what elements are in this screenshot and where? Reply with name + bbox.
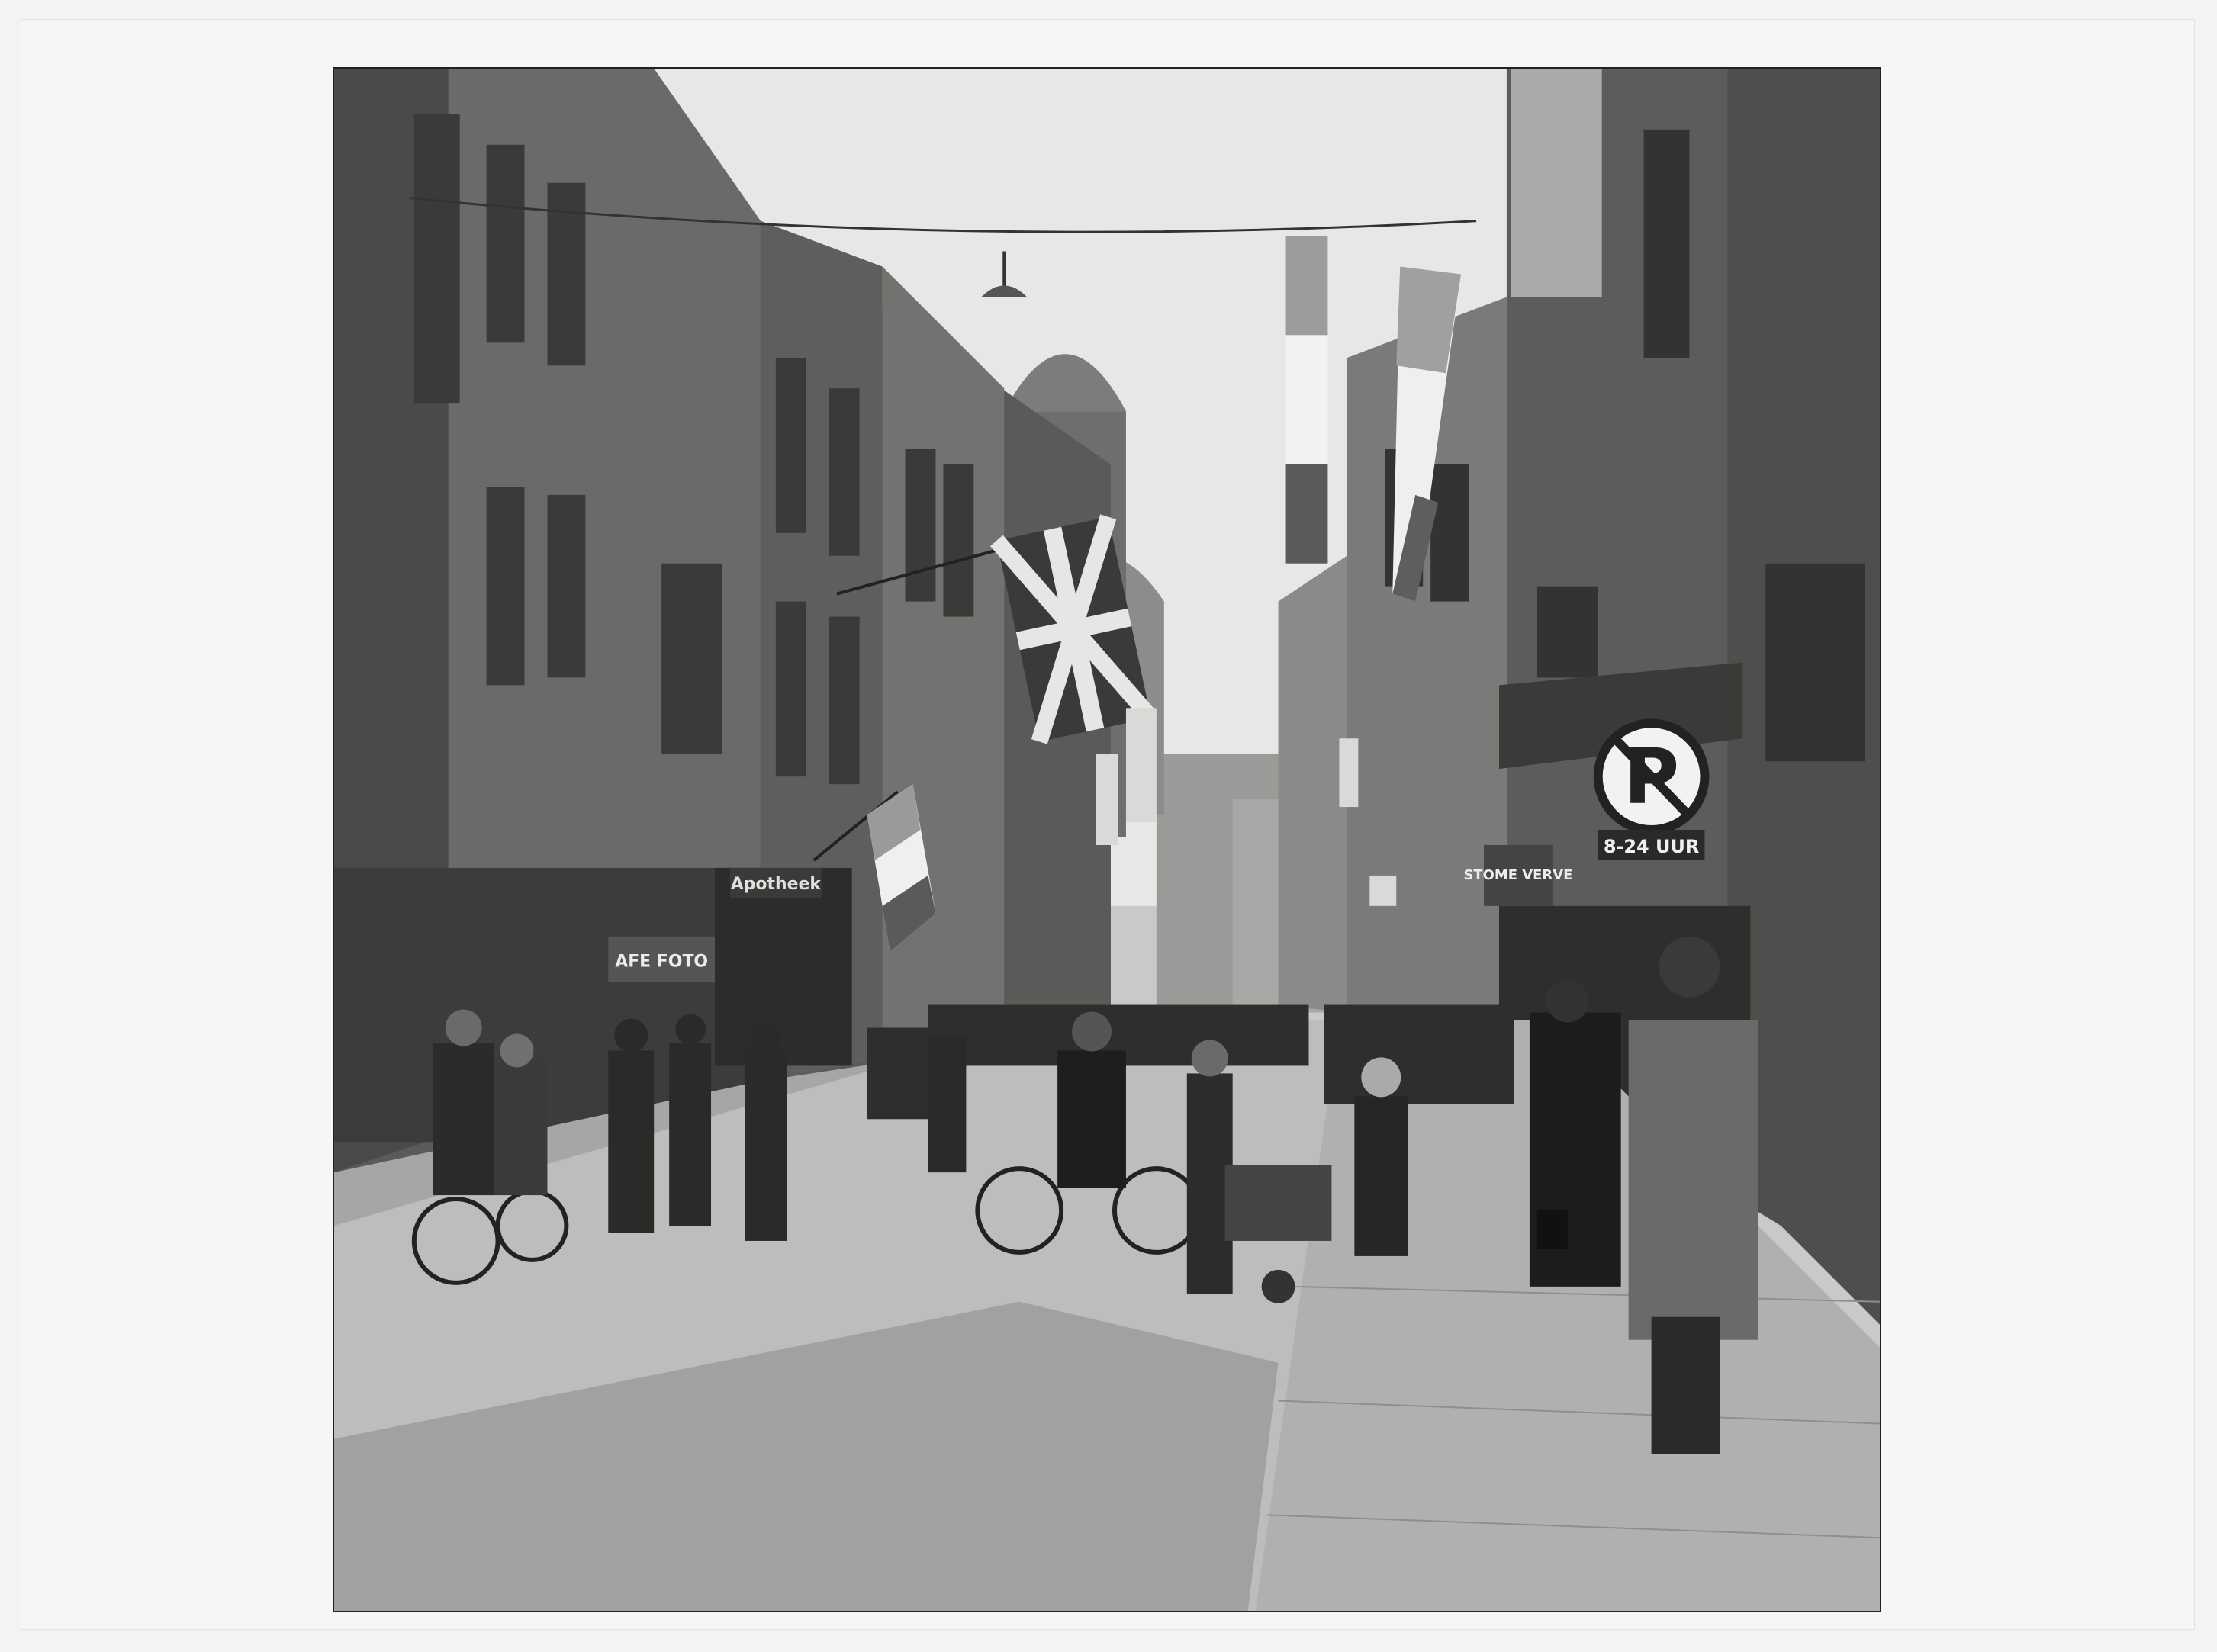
photo-mount: P 8-24 UUR Apotheek AFE FOTO STOME VERVE: [21, 20, 2194, 1629]
foto-text: AFE FOTO: [615, 953, 708, 972]
hanging-sign-box: [1510, 69, 1602, 297]
apotheek-text: Apotheek: [731, 875, 822, 894]
dutch-flag-hanging-1: [1285, 236, 1328, 564]
foto-sign: AFE FOTO: [608, 936, 716, 982]
street-scene: P 8-24 UUR Apotheek AFE FOTO STOME VERVE: [334, 69, 1880, 1611]
apotheek-sign: Apotheek: [729, 867, 822, 898]
parking-hours: 8-24 UUR: [1604, 836, 1700, 857]
woman-walking: [1529, 979, 1621, 1287]
no-parking-sign: P 8-24 UUR: [1593, 718, 1710, 860]
stomerij-text: STOME VERVE: [1463, 867, 1572, 883]
street-photograph: P 8-24 UUR Apotheek AFE FOTO STOME VERVE: [333, 67, 1881, 1612]
